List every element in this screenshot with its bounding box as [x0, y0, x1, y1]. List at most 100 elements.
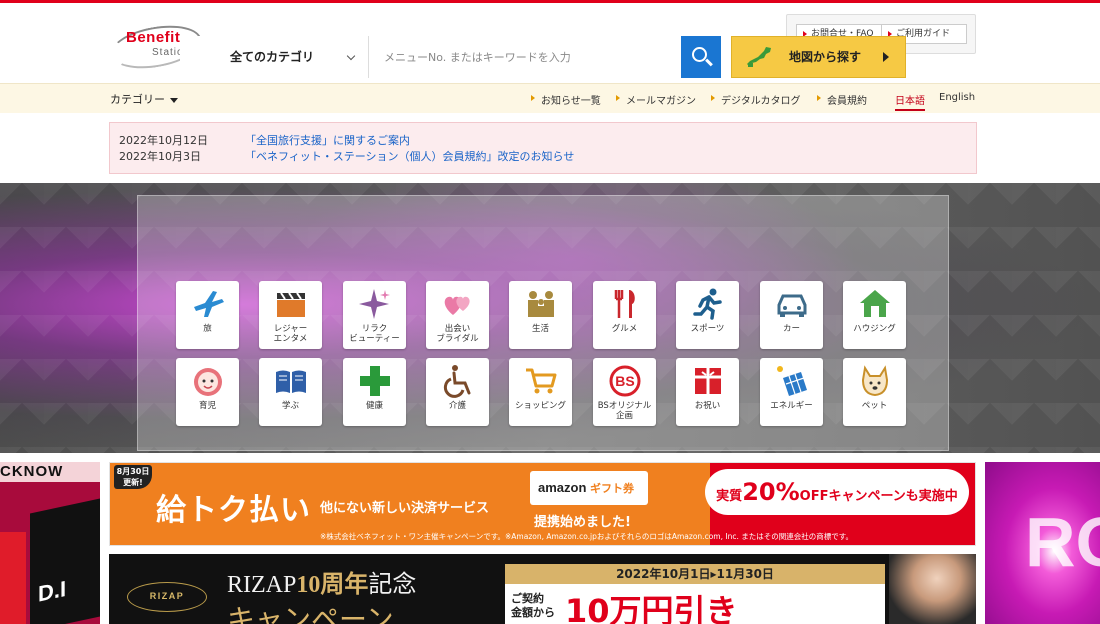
rizap-logo: RIZAP: [127, 582, 207, 612]
runner-icon: [690, 286, 726, 322]
notice-link[interactable]: 「ベネフィット・ステーション（個人）会員規約」改定のお知らせ: [245, 150, 574, 163]
lang-english[interactable]: English: [939, 92, 975, 103]
notice-box: 2022年10月12日 「全国旅行支援」に関するご案内 2022年10月3日 「ベネ…: [109, 122, 977, 174]
global-nav: カテゴリー お知らせ一覧 メールマガジン デジタルカタログ 会員規約 日本語 E…: [0, 83, 1100, 113]
category-tile[interactable]: グルメ: [593, 281, 656, 349]
search-button[interactable]: [681, 36, 721, 78]
category-tile[interactable]: ショッピング: [509, 358, 572, 426]
category-label: レジャー エンタメ: [273, 324, 308, 344]
category-tile[interactable]: 出会い ブライダル: [426, 281, 489, 349]
search-input[interactable]: [369, 36, 681, 78]
hearts-icon: [440, 286, 476, 322]
caret-down-icon: [170, 97, 178, 103]
arrow-right-icon: [883, 52, 889, 62]
family-icon: [523, 286, 559, 322]
rizap-model-photo: [889, 554, 976, 624]
baby-icon: [190, 363, 226, 399]
car-icon: [774, 286, 810, 322]
rizap-title-anniversary: 10周年: [296, 572, 369, 598]
category-label: リラク ビューティー: [349, 324, 400, 344]
category-tile[interactable]: BS BSオリジナル 企画: [593, 358, 656, 426]
nav-link-member-terms[interactable]: 会員規約: [817, 92, 867, 107]
airplane-icon: [190, 286, 226, 322]
chevron-down-icon: [346, 51, 356, 61]
search-category-select[interactable]: 全てのカテゴリ: [180, 36, 369, 78]
clapperboard-icon: [273, 286, 309, 322]
category-label: 出会い ブライダル: [436, 324, 479, 344]
rizap-subtitle: キャンペーン: [227, 603, 394, 624]
rizap-contract-text: ご契約 金額から: [511, 592, 555, 619]
giftoku-update-text: 8月30日 更新!: [116, 467, 150, 487]
side-banner-left-red-shape: [0, 532, 26, 624]
rizap-title: RIZAP10周年記念: [227, 564, 416, 599]
solar-panel-icon: [774, 363, 810, 399]
category-tile[interactable]: 生活: [509, 281, 572, 349]
category-tile[interactable]: スポーツ: [676, 281, 739, 349]
campaign-percent: 20%: [742, 478, 800, 506]
notice-date: 2022年10月3日: [119, 150, 201, 163]
category-label: ペット: [861, 401, 888, 411]
rizap-campaign-dates: 2022年10月1日▸11月30日: [505, 564, 885, 584]
gift-icon: [690, 363, 726, 399]
notice-item: 2022年10月12日 「全国旅行支援」に関するご案内: [119, 132, 410, 148]
side-banner-left-bag-text: D.I: [38, 575, 67, 607]
side-banner-left[interactable]: CKNOW D.I: [0, 462, 100, 624]
map-search-button[interactable]: 地図から探す: [731, 36, 906, 78]
svg-text:BS: BS: [615, 373, 634, 389]
category-tile[interactable]: エネルギー: [760, 358, 823, 426]
side-banner-right[interactable]: RO: [985, 462, 1100, 624]
rizap-title-brand: RIZAP: [227, 572, 297, 598]
cross-icon: [357, 363, 393, 399]
notice-link[interactable]: 「全国旅行支援」に関するご案内: [245, 134, 410, 147]
category-tile[interactable]: ペット: [843, 358, 906, 426]
category-label: ショッピング: [514, 401, 566, 411]
logo-text-benefit: Benefit: [126, 29, 181, 46]
category-tile[interactable]: カー: [760, 281, 823, 349]
nav-link-news[interactable]: お知らせ一覧: [531, 92, 601, 107]
category-dropdown[interactable]: カテゴリー: [110, 91, 178, 107]
gift-card-text: ギフト券: [590, 483, 635, 495]
rizap-banner[interactable]: RIZAP RIZAP10周年記念 キャンペーン 2022年10月1日▸11月3…: [109, 554, 976, 624]
category-tile[interactable]: お祝い: [676, 358, 739, 426]
giftoku-campaign-pill: 実質20%OFFキャンペーンも実施中: [705, 469, 969, 515]
category-label: 介護: [448, 401, 466, 411]
category-tile[interactable]: 育児: [176, 358, 239, 426]
category-tile[interactable]: 健康: [343, 358, 406, 426]
category-tile[interactable]: 学ぶ: [259, 358, 322, 426]
nav-link-mail-magazine[interactable]: メールマガジン: [616, 92, 696, 107]
category-tile[interactable]: レジャー エンタメ: [259, 281, 322, 349]
category-label: エネルギー: [770, 401, 813, 411]
cart-icon: [523, 363, 559, 399]
map-search-label: 地図から探す: [789, 50, 862, 64]
giftoku-headline: 給トク払い: [156, 493, 311, 528]
house-icon: [857, 286, 893, 322]
category-label: スポーツ: [690, 324, 725, 334]
giftoku-disclaimer: ※株式会社ベネフィット・ワン主催キャンペーンです。※Amazon, Amazon…: [320, 532, 853, 541]
rizap-offer-panel: 2022年10月1日▸11月30日 ご契約 金額から 10万円引き: [505, 564, 885, 624]
category-label: 学ぶ: [281, 401, 299, 411]
wheelchair-icon: [440, 363, 476, 399]
search-icon-handle: [705, 58, 713, 67]
category-label: グルメ: [611, 324, 638, 334]
notice-date: 2022年10月12日: [119, 134, 208, 147]
giftoku-banner[interactable]: 8月30日 更新! 給トク払い 他にない新しい決済サービス amazon ギフト…: [109, 462, 976, 546]
rizap-discount: 10万円引き: [565, 592, 738, 624]
side-banner-left-bag: D.I: [30, 498, 100, 624]
category-label: 健康: [365, 401, 383, 411]
category-label: 生活: [531, 324, 549, 334]
notice-item: 2022年10月3日 「ベネフィット・ステーション（個人）会員規約」改定のお知らせ: [119, 148, 574, 164]
lang-japanese[interactable]: 日本語: [895, 92, 925, 111]
category-tile[interactable]: ハウジング: [843, 281, 906, 349]
category-tile[interactable]: リラク ビューティー: [343, 281, 406, 349]
dog-icon: [857, 363, 893, 399]
category-label: 旅: [203, 324, 212, 334]
amazon-logo-text: amazon: [538, 480, 587, 495]
nav-link-digital-catalog[interactable]: デジタルカタログ: [711, 92, 801, 107]
campaign-prefix: 実質: [716, 489, 743, 504]
side-banner-left-text: CKNOW: [0, 462, 100, 482]
category-tile[interactable]: 介護: [426, 358, 489, 426]
side-banner-right-text: RO: [1025, 503, 1100, 581]
category-label: ハウジング: [853, 324, 896, 334]
search-category-value: 全てのカテゴリ: [230, 50, 315, 64]
category-tile[interactable]: 旅: [176, 281, 239, 349]
